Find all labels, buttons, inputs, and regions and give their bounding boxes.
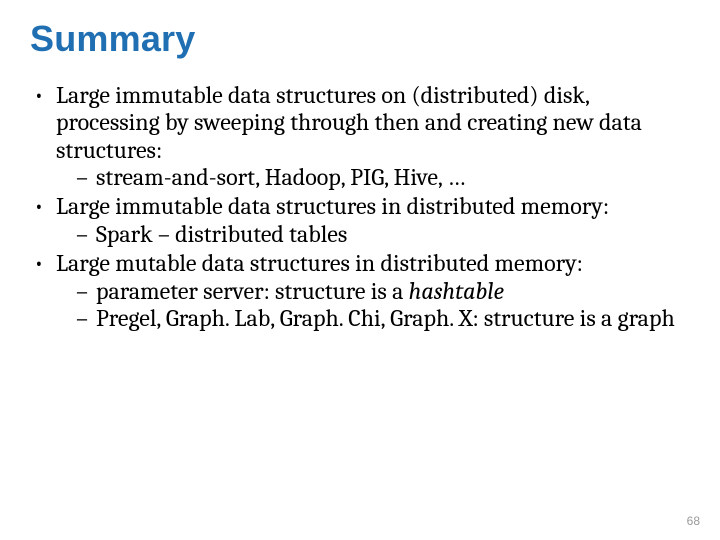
bullet-item: Large immutable data structures in distr…: [30, 193, 688, 248]
bullet-list: Large immutable data structures on (dist…: [28, 82, 692, 332]
bullet-text: Large immutable data structures in distr…: [56, 192, 609, 220]
sub-list: stream-and-sort, Hadoop, PIG, Hive, …: [56, 164, 688, 191]
sub-list: parameter server: structure is a hashtab…: [56, 278, 688, 333]
sub-item: parameter server: structure is a hashtab…: [76, 278, 688, 305]
sub-text: parameter server: structure is a: [96, 277, 409, 305]
sub-text: Pregel, Graph. Lab, Graph. Chi, Graph. X…: [96, 304, 675, 332]
slide-title: Summary: [30, 18, 692, 60]
bullet-item: Large immutable data structures on (dist…: [30, 82, 688, 191]
sub-item: Pregel, Graph. Lab, Graph. Chi, Graph. X…: [76, 305, 688, 332]
sub-text-italic: hashtable: [409, 277, 504, 305]
sub-text: stream-and-sort, Hadoop, PIG, Hive, …: [96, 163, 465, 191]
sub-text: Spark – distributed tables: [96, 220, 347, 248]
slide: Summary Large immutable data structures …: [0, 0, 720, 540]
bullet-item: Large mutable data structures in distrib…: [30, 250, 688, 332]
bullet-text: Large immutable data structures on (dist…: [56, 81, 642, 164]
page-number: 68: [687, 514, 700, 528]
sub-item: stream-and-sort, Hadoop, PIG, Hive, …: [76, 164, 688, 191]
sub-item: Spark – distributed tables: [76, 221, 688, 248]
sub-list: Spark – distributed tables: [56, 221, 688, 248]
bullet-text: Large mutable data structures in distrib…: [56, 249, 583, 277]
